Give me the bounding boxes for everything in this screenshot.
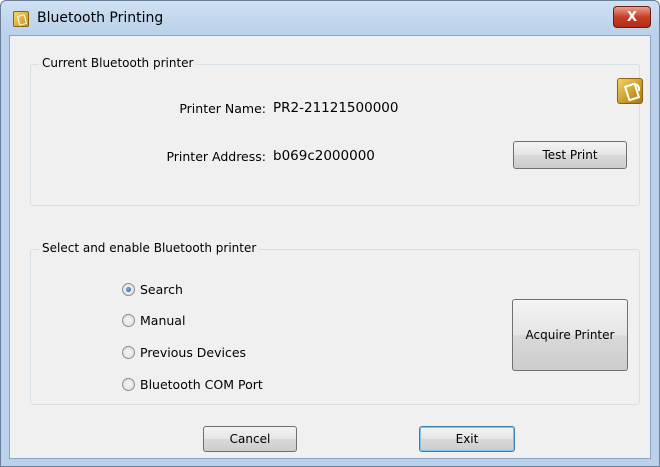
printer-address-value: b069c2000000	[273, 148, 375, 164]
select-printer-group: Select and enable Bluetooth printer Sear…	[30, 241, 640, 405]
window-title: Bluetooth Printing	[37, 10, 164, 26]
test-print-button[interactable]: Test Print	[513, 141, 627, 169]
bluetooth-printer-icon	[617, 78, 643, 104]
printer-address-label: Printer Address:	[166, 149, 266, 164]
radio-previous-devices[interactable]: Previous Devices	[122, 345, 246, 360]
radio-search-indicator[interactable]	[122, 283, 135, 296]
radio-manual-indicator[interactable]	[122, 314, 135, 327]
app-icon	[13, 11, 29, 27]
radio-previous-devices-indicator[interactable]	[122, 346, 135, 359]
current-printer-group-label: Current Bluetooth printer	[39, 56, 197, 70]
radio-previous-devices-label: Previous Devices	[140, 345, 247, 360]
printer-name-label: Printer Name:	[179, 101, 266, 116]
title-bar[interactable]: Bluetooth Printing X	[1, 1, 659, 35]
acquire-printer-button[interactable]: Acquire Printer	[512, 299, 628, 371]
printer-name-value: PR2-21121500000	[273, 100, 399, 116]
radio-search-label: Search	[140, 282, 183, 297]
close-button[interactable]: X	[613, 6, 651, 28]
radio-manual-label: Manual	[140, 313, 186, 328]
radio-bluetooth-com-port[interactable]: Bluetooth COM Port	[122, 377, 263, 392]
radio-bluetooth-com-port-indicator[interactable]	[122, 378, 135, 391]
radio-bluetooth-com-port-label: Bluetooth COM Port	[140, 377, 263, 392]
bluetooth-printing-window: Bluetooth Printing X Current Bluetooth p…	[0, 0, 660, 467]
dialog-body: Current Bluetooth printer Printer Name: …	[9, 35, 651, 459]
exit-button[interactable]: Exit	[419, 426, 515, 452]
select-printer-group-label: Select and enable Bluetooth printer	[39, 241, 260, 255]
radio-manual[interactable]: Manual	[122, 313, 185, 328]
radio-search[interactable]: Search	[122, 282, 183, 297]
current-printer-group: Current Bluetooth printer Printer Name: …	[30, 56, 643, 206]
cancel-button[interactable]: Cancel	[203, 426, 297, 452]
